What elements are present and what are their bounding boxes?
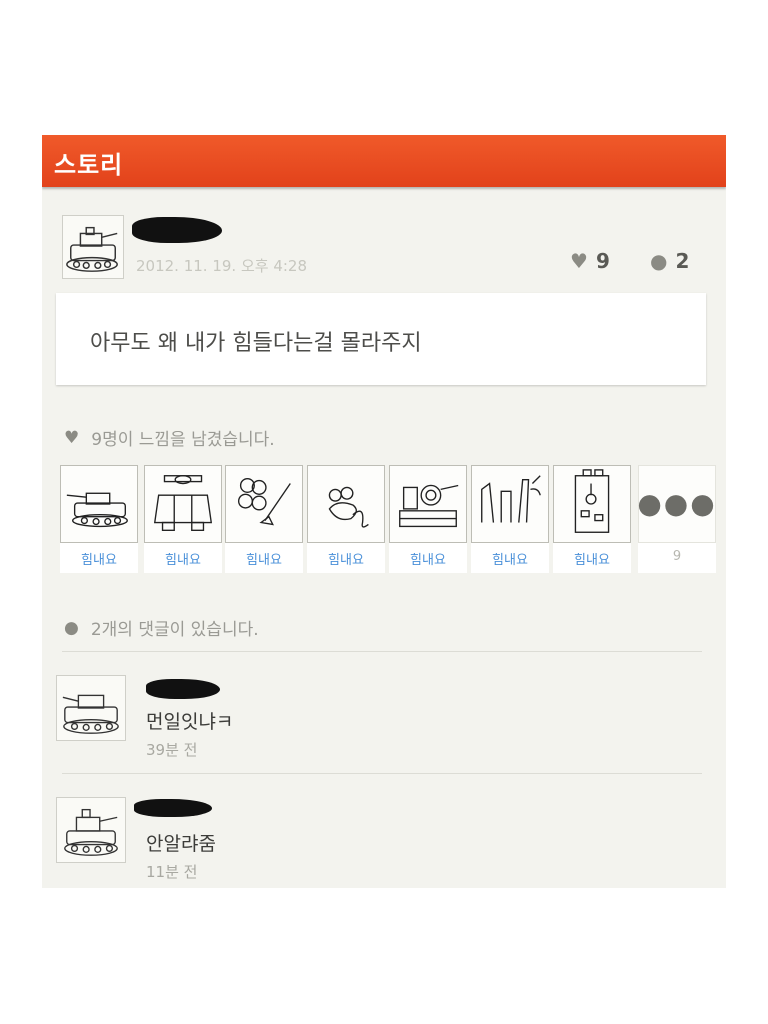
likes-summary-text: 9명이 느낌을 남겼습니다. bbox=[91, 430, 275, 450]
post-author-avatar[interactable] bbox=[62, 215, 124, 279]
liker-item[interactable]: 힘내요 bbox=[307, 465, 385, 573]
comment-text: 안알랴줌 bbox=[146, 833, 216, 855]
post-date: 2012. 11. 19. 오후 4:28 bbox=[136, 257, 308, 275]
liker-item[interactable]: 힘내요 bbox=[60, 465, 138, 573]
tank-drawing bbox=[64, 808, 118, 856]
tank-drawing bbox=[62, 694, 119, 734]
author-name-redaction bbox=[132, 217, 222, 243]
post-text: 아무도 왜 내가 힘들다는걸 몰라주지 bbox=[90, 331, 422, 356]
liker-reaction-label: 힘내요 bbox=[410, 553, 446, 568]
speech-bubble-icon: ● bbox=[650, 249, 668, 273]
divider bbox=[62, 773, 702, 774]
tank-front-drawing bbox=[153, 475, 213, 531]
commenter-name-redaction bbox=[146, 679, 220, 699]
likes-summary: ♥ 9명이 느낌을 남겼습니다. bbox=[64, 425, 275, 451]
liker-reaction-label: 힘내요 bbox=[574, 553, 610, 568]
comment-stat[interactable]: ● 2 bbox=[650, 249, 689, 273]
sketch-drawing bbox=[481, 475, 541, 523]
liker-item[interactable]: 힘내요 bbox=[471, 465, 549, 573]
liker-avatar bbox=[60, 465, 138, 543]
more-likers-tile: ●●● bbox=[637, 465, 717, 543]
liker-reaction-label: 힘내요 bbox=[328, 553, 364, 568]
post-content-card: 아무도 왜 내가 힘들다는걸 몰라주지 bbox=[56, 293, 706, 385]
commenter-name-redaction bbox=[134, 799, 212, 817]
liker-item[interactable]: 힘내요 bbox=[225, 465, 303, 573]
comment-text: 먼일잇냐ㅋ bbox=[146, 711, 234, 733]
liker-avatar bbox=[389, 465, 467, 543]
mouse-drawing bbox=[328, 486, 369, 528]
tank-side-drawing bbox=[66, 492, 128, 528]
likers-row: 힘내요 힘내요 힘내요 힘내요 힘내요 힘내요 힘내요 ●●● 9 bbox=[60, 465, 720, 575]
divider bbox=[62, 651, 702, 652]
liker-avatar bbox=[144, 465, 222, 543]
liker-reaction-label: 힘내요 bbox=[246, 553, 282, 568]
commenter-avatar[interactable] bbox=[56, 797, 126, 863]
heart-icon: ♥ bbox=[64, 427, 80, 448]
liker-item[interactable]: 힘내요 bbox=[553, 465, 631, 573]
more-likers-button[interactable]: ●●● 9 bbox=[637, 465, 717, 573]
more-dots-icon: ●●● bbox=[637, 487, 717, 520]
app-header: 스토리 bbox=[42, 135, 726, 187]
more-likers-count: 9 bbox=[672, 549, 682, 564]
commenter-avatar[interactable] bbox=[56, 675, 126, 741]
comment-count: 2 bbox=[675, 249, 690, 273]
liker-avatar bbox=[307, 465, 385, 543]
liker-reaction-label: 힘내요 bbox=[165, 553, 201, 568]
liker-item[interactable]: 힘내요 bbox=[389, 465, 467, 573]
speech-bubble-icon: ● bbox=[64, 617, 79, 638]
heart-icon: ♥ bbox=[570, 249, 588, 273]
like-count: 9 bbox=[595, 249, 610, 273]
liker-reaction-label: 힘내요 bbox=[81, 553, 117, 568]
comments-summary: ● 2개의 댓글이 있습니다. bbox=[64, 615, 259, 641]
like-stat[interactable]: ♥ 9 bbox=[570, 249, 610, 273]
story-screen: 스토리 2012. 11. 19. 오후 4:28 ♥ 9 ● 2 아무도 왜 … bbox=[42, 135, 726, 888]
comments-summary-text: 2개의 댓글이 있습니다. bbox=[90, 620, 259, 640]
comment-time: 39분 전 bbox=[146, 741, 198, 759]
tank-drawing bbox=[66, 226, 118, 272]
liker-avatar bbox=[225, 465, 303, 543]
scribble-drawing bbox=[237, 477, 291, 526]
tank-turret-drawing bbox=[399, 484, 459, 528]
liker-reaction-label: 힘내요 bbox=[492, 553, 528, 568]
liker-avatar bbox=[471, 465, 549, 543]
robot-drawing bbox=[574, 469, 610, 533]
liker-item[interactable]: 힘내요 bbox=[144, 465, 222, 573]
liker-avatar bbox=[553, 465, 631, 543]
comment-time: 11분 전 bbox=[146, 863, 198, 881]
header-title: 스토리 bbox=[54, 151, 124, 179]
